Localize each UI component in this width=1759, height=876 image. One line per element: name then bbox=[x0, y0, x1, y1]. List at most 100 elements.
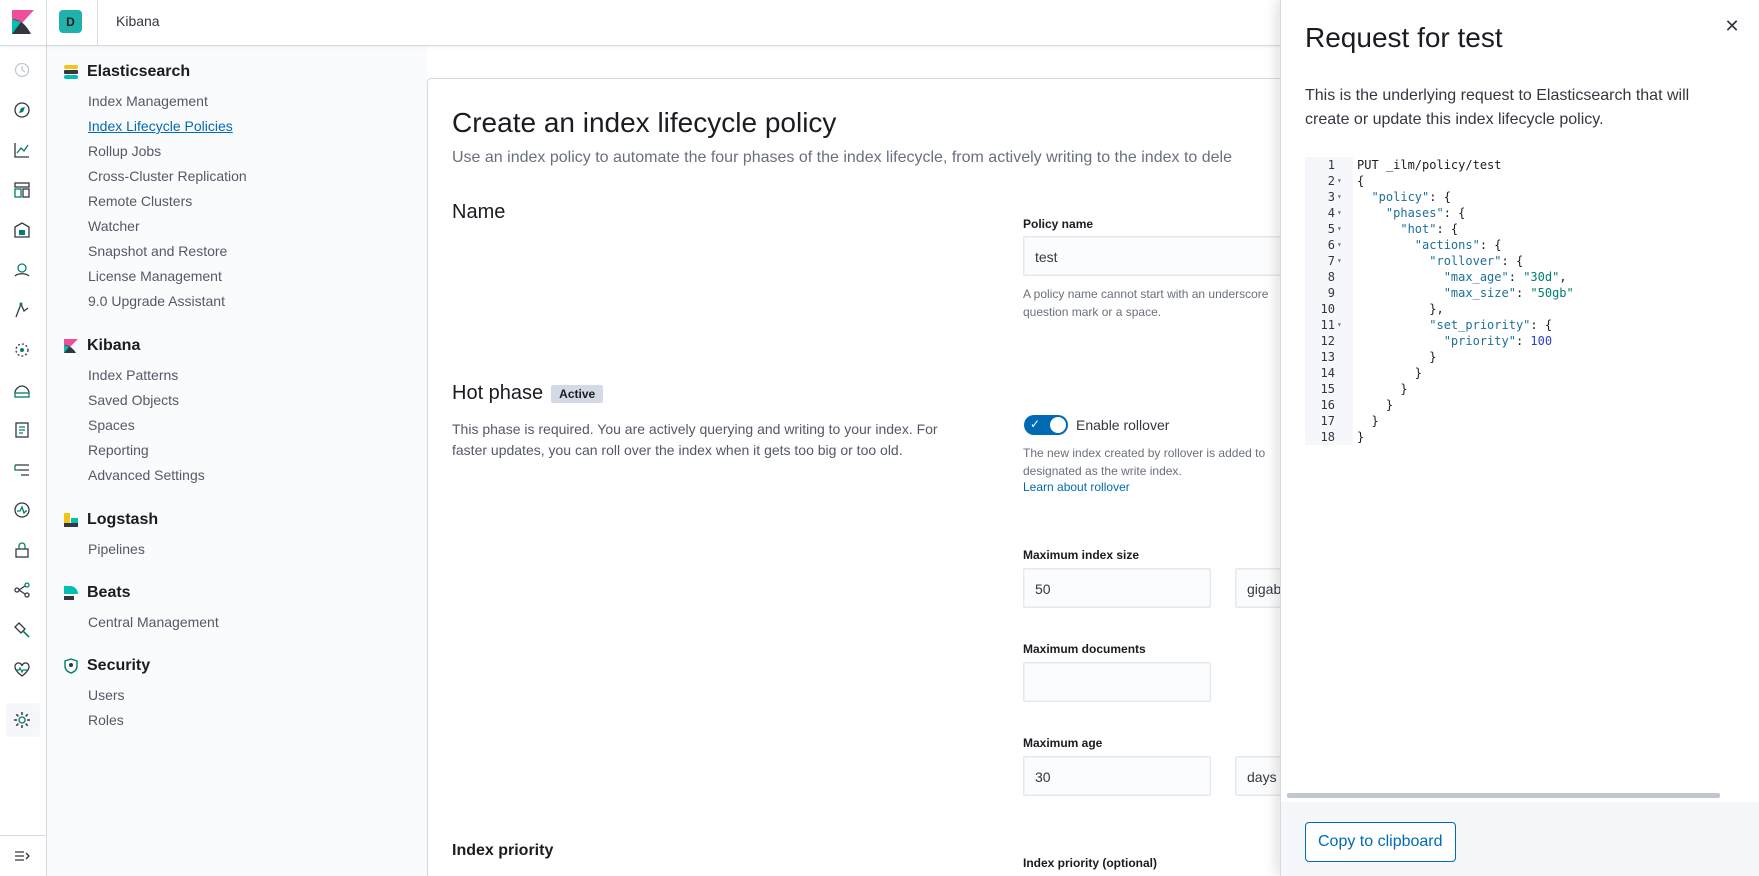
line-number: 6 bbox=[1327, 238, 1335, 252]
fold-toggle-icon[interactable]: ▾ bbox=[1337, 221, 1342, 237]
hot-phase-heading: Hot phase bbox=[452, 382, 544, 404]
uptime-icon[interactable] bbox=[12, 500, 32, 520]
page-title: Create an index lifecycle policy bbox=[452, 107, 837, 138]
fold-toggle-icon[interactable]: ▾ bbox=[1337, 205, 1342, 221]
max-docs-label: Maximum documents bbox=[1023, 642, 1146, 656]
menu-collapse-icon[interactable] bbox=[12, 846, 32, 866]
management-sidebar: Elasticsearch Index Management Index Lif… bbox=[47, 46, 427, 876]
dev-tools-icon[interactable] bbox=[12, 580, 32, 600]
policy-name-help: A policy name cannot start with an under… bbox=[1023, 287, 1269, 301]
canvas-icon[interactable] bbox=[12, 220, 32, 240]
sidebar-item-remote-clusters[interactable]: Remote Clusters bbox=[63, 189, 247, 214]
discover-icon[interactable] bbox=[12, 100, 32, 120]
code-text: "policy": { bbox=[1371, 190, 1451, 204]
sidebar-item-watcher[interactable]: Watcher bbox=[63, 214, 247, 239]
code-text: }, bbox=[1429, 302, 1444, 316]
code-line: 18} bbox=[1305, 429, 1729, 445]
sidebar-item-index-patterns[interactable]: Index Patterns bbox=[63, 363, 205, 388]
line-number: 11 bbox=[1320, 318, 1335, 332]
line-number: 16 bbox=[1320, 398, 1335, 412]
fold-toggle-icon[interactable]: ▾ bbox=[1337, 173, 1342, 189]
max-age-label: Maximum age bbox=[1023, 736, 1103, 750]
sidebar-item-saved-objects[interactable]: Saved Objects bbox=[63, 388, 205, 413]
breadcrumb: Kibana bbox=[116, 13, 160, 29]
rollover-toggle-label: Enable rollover bbox=[1076, 417, 1170, 433]
sidebar-item-reporting[interactable]: Reporting bbox=[63, 438, 205, 463]
max-size-input[interactable]: 50 bbox=[1023, 568, 1211, 608]
space-avatar[interactable]: D bbox=[59, 10, 82, 33]
logs-icon[interactable] bbox=[12, 420, 32, 440]
code-line: 8 "max_age": "30d", bbox=[1305, 269, 1729, 285]
graph-icon[interactable] bbox=[12, 340, 32, 360]
sidebar-item-spaces[interactable]: Spaces bbox=[63, 413, 205, 438]
management-icon[interactable] bbox=[12, 710, 32, 730]
max-docs-input[interactable] bbox=[1023, 662, 1211, 702]
sidebar-item-rollup-jobs[interactable]: Rollup Jobs bbox=[63, 139, 247, 164]
sidebar-item-pipelines[interactable]: Pipelines bbox=[63, 537, 158, 562]
max-age-input[interactable]: 30 bbox=[1023, 756, 1211, 796]
recently-viewed-icon[interactable] bbox=[12, 60, 32, 80]
line-number: 14 bbox=[1320, 366, 1335, 380]
policy-name-label: Policy name bbox=[1023, 217, 1094, 231]
code-text: } bbox=[1414, 366, 1423, 380]
fold-toggle-icon[interactable]: ▾ bbox=[1337, 317, 1342, 333]
fold-toggle-icon[interactable]: ▾ bbox=[1337, 253, 1342, 269]
code-line: 16 } bbox=[1305, 397, 1729, 413]
code-line: 3 ▾ "policy": { bbox=[1305, 189, 1729, 205]
maps-icon[interactable] bbox=[12, 260, 32, 280]
heartbeat-icon[interactable] bbox=[12, 660, 32, 680]
siem-icon[interactable] bbox=[12, 540, 32, 560]
code-text: } bbox=[1429, 350, 1437, 364]
code-line: 6 ▾ "actions": { bbox=[1305, 237, 1729, 253]
sidebar-item-roles[interactable]: Roles bbox=[63, 708, 150, 733]
code-text: "hot": { bbox=[1400, 222, 1459, 236]
section-title: Security bbox=[87, 657, 151, 674]
flyout-description: This is the underlying request to Elasti… bbox=[1305, 87, 1690, 128]
rollover-toggle[interactable]: ✓ bbox=[1024, 415, 1068, 435]
kibana-section: Kibana Index Patterns Saved Objects Spac… bbox=[63, 334, 205, 488]
line-number: 5 bbox=[1327, 222, 1335, 236]
visualize-icon[interactable] bbox=[12, 140, 32, 160]
code-text: { bbox=[1357, 174, 1365, 188]
close-icon[interactable]: ✕ bbox=[1722, 16, 1742, 36]
sidebar-item-central-management[interactable]: Central Management bbox=[63, 610, 219, 635]
page-description: Use an index policy to automate the four… bbox=[452, 149, 1232, 166]
hot-phase-title: Hot phase Active bbox=[452, 382, 604, 405]
copy-to-clipboard-button[interactable]: Copy to clipboard bbox=[1305, 822, 1456, 862]
dashboard-icon[interactable] bbox=[12, 180, 32, 200]
code-text: } bbox=[1357, 430, 1365, 444]
code-text: "max_age": "30d", bbox=[1443, 270, 1567, 284]
sidebar-item-upgrade-assistant[interactable]: 9.0 Upgrade Assistant bbox=[63, 289, 247, 314]
code-line: 5 ▾ "hot": { bbox=[1305, 221, 1729, 237]
sidebar-item-advanced-settings[interactable]: Advanced Settings bbox=[63, 463, 205, 488]
elasticsearch-section: Elasticsearch Index Management Index Lif… bbox=[63, 60, 247, 314]
line-number: 9 bbox=[1327, 286, 1335, 300]
learn-about-rollover-link[interactable]: Learn about rollover bbox=[1023, 480, 1130, 494]
sidebar-item-index-lifecycle-policies[interactable]: Index Lifecycle Policies bbox=[63, 114, 247, 139]
apm-icon[interactable] bbox=[12, 460, 32, 480]
line-number: 10 bbox=[1320, 302, 1335, 316]
infrastructure-icon[interactable] bbox=[12, 380, 32, 400]
code-line: 4 ▾ "phases": { bbox=[1305, 205, 1729, 221]
line-number: 18 bbox=[1320, 430, 1335, 444]
sidebar-item-snapshot-and-restore[interactable]: Snapshot and Restore bbox=[63, 239, 247, 264]
fold-toggle-icon[interactable]: ▾ bbox=[1337, 189, 1342, 205]
request-flyout: Request for test ✕ This is the underlyin… bbox=[1280, 0, 1759, 876]
policy-form-panel: Create an index lifecycle policy Use an … bbox=[427, 78, 1343, 876]
kibana-logo-icon bbox=[64, 339, 78, 353]
sidebar-item-license-management[interactable]: License Management bbox=[63, 264, 247, 289]
stack-monitoring-icon[interactable] bbox=[12, 620, 32, 640]
kibana-logo-icon[interactable] bbox=[12, 10, 34, 34]
sidebar-item-cross-cluster-replication[interactable]: Cross-Cluster Replication bbox=[63, 164, 247, 189]
sidebar-item-index-management[interactable]: Index Management bbox=[63, 89, 247, 114]
sidebar-item-users[interactable]: Users bbox=[63, 683, 150, 708]
max-size-label: Maximum index size bbox=[1023, 548, 1140, 562]
fold-toggle-icon[interactable]: ▾ bbox=[1337, 237, 1342, 253]
ml-icon[interactable] bbox=[12, 300, 32, 320]
code-text: } bbox=[1400, 382, 1408, 396]
horizontal-scrollbar[interactable] bbox=[1287, 793, 1720, 798]
line-number: 2 bbox=[1327, 174, 1335, 188]
code-line: 1 PUT _ilm/policy/test bbox=[1305, 157, 1729, 173]
line-number: 8 bbox=[1327, 270, 1335, 284]
request-code-block[interactable]: 1 PUT _ilm/policy/test 2 ▾{3 ▾ "policy": {4 ▾… bbox=[1305, 157, 1729, 445]
